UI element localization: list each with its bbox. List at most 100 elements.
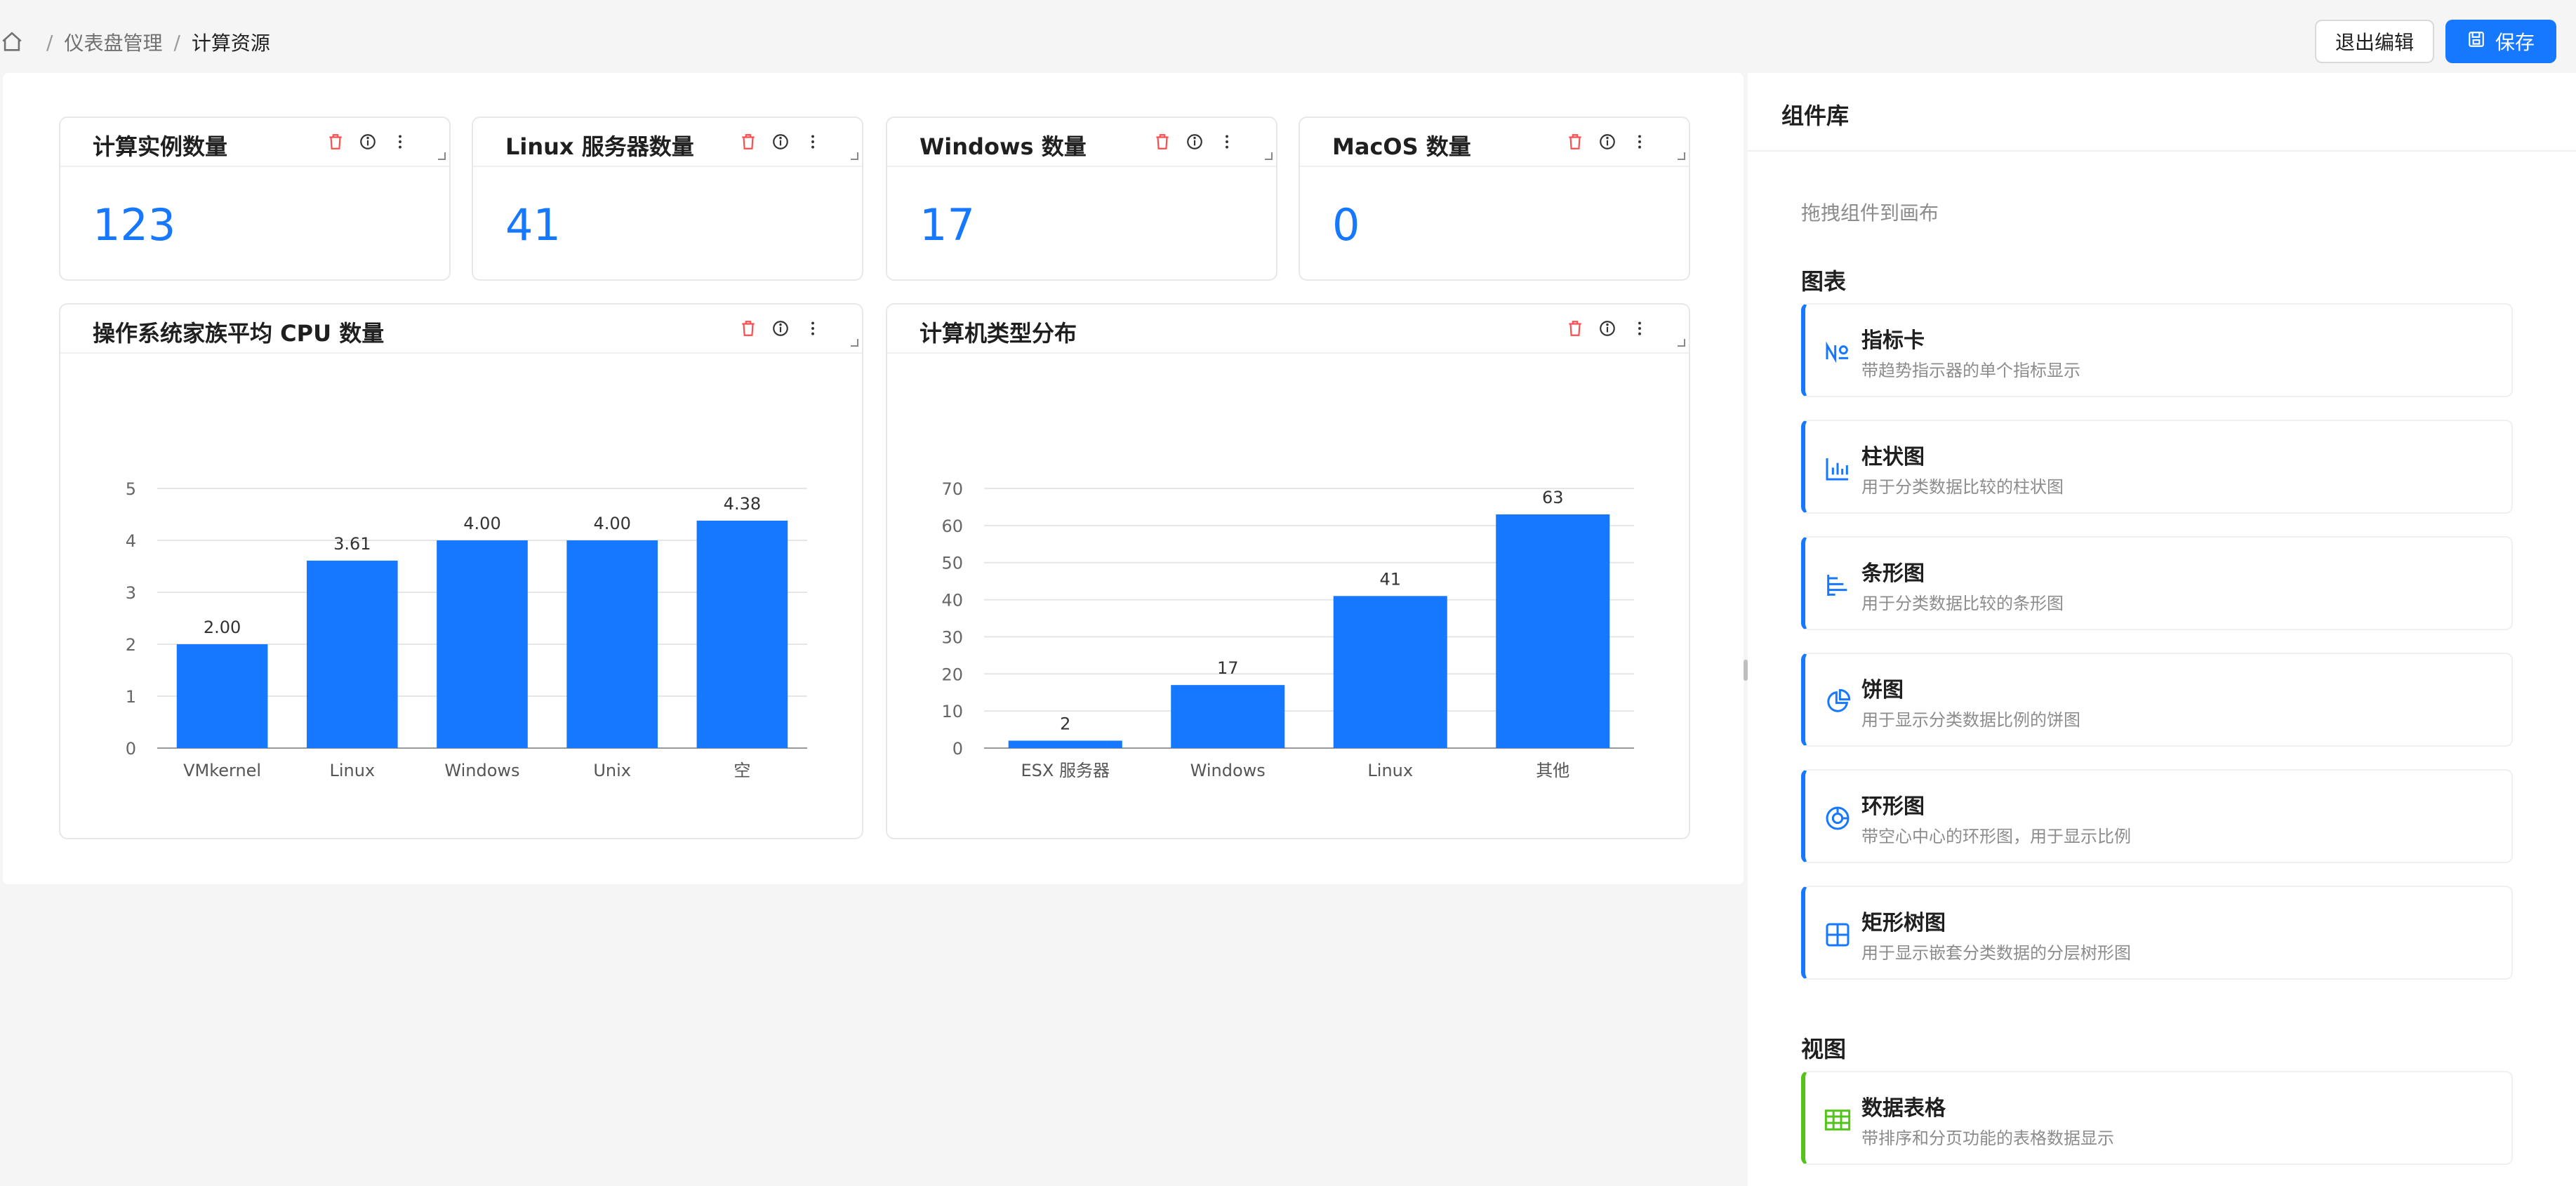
- delete-icon[interactable]: [1565, 132, 1585, 152]
- delete-icon[interactable]: [738, 319, 758, 338]
- metric-card-instances[interactable]: 计算实例数量 123: [59, 116, 451, 281]
- treemap-icon: [1824, 921, 1852, 949]
- table-icon: [1824, 1106, 1852, 1134]
- bar[interactable]: [306, 560, 398, 748]
- component-name: 条形图: [1861, 561, 1925, 586]
- component-bar-chart[interactable]: 柱状图 用于分类数据比较的柱状图: [1801, 420, 2513, 514]
- resize-handle-icon[interactable]: [1676, 150, 1686, 160]
- resize-handle-icon[interactable]: [437, 150, 446, 160]
- component-donut-chart[interactable]: 环形图 带空心中心的环形图，用于显示比例: [1801, 769, 2513, 863]
- y-tick-label: 40: [941, 591, 963, 611]
- more-icon[interactable]: [1217, 132, 1237, 152]
- bar-chart-icon: [1824, 455, 1852, 483]
- delete-icon[interactable]: [1565, 319, 1585, 338]
- donut-chart-icon: [1824, 804, 1852, 832]
- data-label: 2.00: [204, 618, 241, 637]
- card-title: Linux 服务器数量: [505, 133, 694, 160]
- card-title: Windows 数量: [919, 133, 1087, 160]
- y-tick-label: 0: [952, 739, 963, 759]
- metric-card-linux[interactable]: Linux 服务器数量 41: [472, 116, 863, 281]
- y-tick-label: 50: [941, 554, 963, 573]
- save-button-label: 保存: [2495, 31, 2535, 54]
- component-desc: 用于分类数据比较的条形图: [1861, 594, 2064, 613]
- data-label: 3.61: [333, 534, 371, 554]
- data-label: 17: [1217, 658, 1239, 678]
- component-metric-card[interactable]: 指标卡 带趋势指示器的单个指标显示: [1801, 303, 2513, 397]
- y-tick-label: 60: [941, 517, 963, 536]
- save-icon: [2467, 30, 2485, 53]
- y-tick-label: 2: [126, 635, 136, 655]
- dashboard-canvas[interactable]: 计算实例数量 123 Linux 服务器数量 41 Windows 数量 17: [3, 73, 1744, 884]
- chart-card-avg-cpu[interactable]: 操作系统家族平均 CPU 数量 0 1 2 3 4 5 2.00 VMkernel 3.61 Li…: [59, 303, 863, 839]
- info-icon[interactable]: [771, 132, 790, 152]
- data-label: 4.00: [463, 514, 500, 533]
- component-desc: 用于分类数据比较的柱状图: [1861, 477, 2064, 497]
- computer-type-bar-chart: 0 10 20 30 40 50 60 70 2 ESX 服务器 17 Windows 41 Linux 6…: [941, 479, 1634, 780]
- divider: [1748, 150, 2576, 152]
- metric-card-macos[interactable]: MacOS 数量 0: [1299, 116, 1690, 281]
- x-tick-label: Windows: [1190, 761, 1266, 780]
- resize-handle-icon[interactable]: [849, 150, 859, 160]
- section-title-views: 视图: [1801, 1036, 1847, 1062]
- info-icon[interactable]: [1598, 132, 1617, 152]
- card-actions: [326, 132, 410, 152]
- component-horizontal-bar[interactable]: 条形图 用于分类数据比较的条形图: [1801, 536, 2513, 630]
- bar[interactable]: [696, 520, 788, 748]
- component-desc: 带趋势指示器的单个指标显示: [1861, 361, 2080, 380]
- more-icon[interactable]: [1630, 319, 1649, 338]
- chart-title: 计算机类型分布: [919, 320, 1077, 347]
- metric-card-windows[interactable]: Windows 数量 17: [886, 116, 1277, 281]
- component-desc: 带排序和分页功能的表格数据显示: [1861, 1128, 2114, 1148]
- breadcrumb-separator: /: [46, 30, 53, 54]
- bar[interactable]: [1008, 740, 1122, 748]
- bar[interactable]: [1171, 685, 1285, 748]
- component-desc: 用于显示分类数据比例的饼图: [1861, 710, 2080, 730]
- x-tick-label: VMkernel: [183, 761, 261, 780]
- component-desc: 用于显示嵌套分类数据的分层树形图: [1861, 943, 2131, 963]
- chart-card-computer-type[interactable]: 计算机类型分布 0 10 20 30 40 50 60 70 2 ESX 服务器 17 Windows…: [886, 303, 1690, 839]
- component-name: 饼图: [1861, 678, 1904, 702]
- metric-value: 123: [93, 199, 176, 251]
- y-tick-label: 1: [126, 687, 136, 707]
- delete-icon[interactable]: [738, 132, 758, 152]
- bar[interactable]: [1333, 596, 1447, 748]
- card-title: MacOS 数量: [1332, 133, 1471, 160]
- bar[interactable]: [1496, 514, 1610, 748]
- drag-hint: 拖拽组件到画布: [1801, 201, 1939, 225]
- number-icon: [1824, 338, 1852, 366]
- info-icon[interactable]: [771, 319, 790, 338]
- bar[interactable]: [176, 644, 268, 748]
- info-icon[interactable]: [1185, 132, 1204, 152]
- resize-handle-icon[interactable]: [1263, 150, 1273, 160]
- more-icon[interactable]: [1630, 132, 1649, 152]
- chart-title: 操作系统家族平均 CPU 数量: [93, 320, 385, 347]
- more-icon[interactable]: [803, 319, 823, 338]
- delete-icon[interactable]: [1153, 132, 1172, 152]
- bar[interactable]: [437, 540, 528, 748]
- resize-handle-icon[interactable]: [849, 337, 859, 347]
- breadcrumb-item-dashboards[interactable]: 仪表盘管理: [64, 28, 162, 56]
- pie-chart-icon: [1824, 688, 1852, 716]
- delete-icon[interactable]: [326, 132, 345, 152]
- info-icon[interactable]: [1598, 319, 1617, 338]
- metric-value: 41: [505, 199, 561, 251]
- home-icon[interactable]: [0, 30, 24, 54]
- info-icon[interactable]: [358, 132, 378, 152]
- save-button[interactable]: 保存: [2445, 20, 2556, 63]
- bar[interactable]: [566, 540, 658, 748]
- component-name: 数据表格: [1861, 1096, 1946, 1121]
- resize-handle-icon[interactable]: [1676, 337, 1686, 347]
- y-tick-label: 10: [941, 702, 963, 721]
- more-icon[interactable]: [390, 132, 410, 152]
- card-actions: [1565, 319, 1649, 338]
- component-pie-chart[interactable]: 饼图 用于显示分类数据比例的饼图: [1801, 653, 2513, 747]
- component-name: 矩形树图: [1861, 911, 1946, 935]
- component-data-table[interactable]: 数据表格 带排序和分页功能的表格数据显示: [1801, 1071, 2513, 1165]
- exit-edit-button[interactable]: 退出编辑: [2315, 20, 2434, 63]
- metric-value: 0: [1332, 199, 1360, 251]
- data-label: 2: [1060, 714, 1070, 733]
- data-label: 63: [1542, 488, 1564, 507]
- more-icon[interactable]: [803, 132, 823, 152]
- component-treemap[interactable]: 矩形树图 用于显示嵌套分类数据的分层树形图: [1801, 886, 2513, 980]
- card-actions: [1153, 132, 1237, 152]
